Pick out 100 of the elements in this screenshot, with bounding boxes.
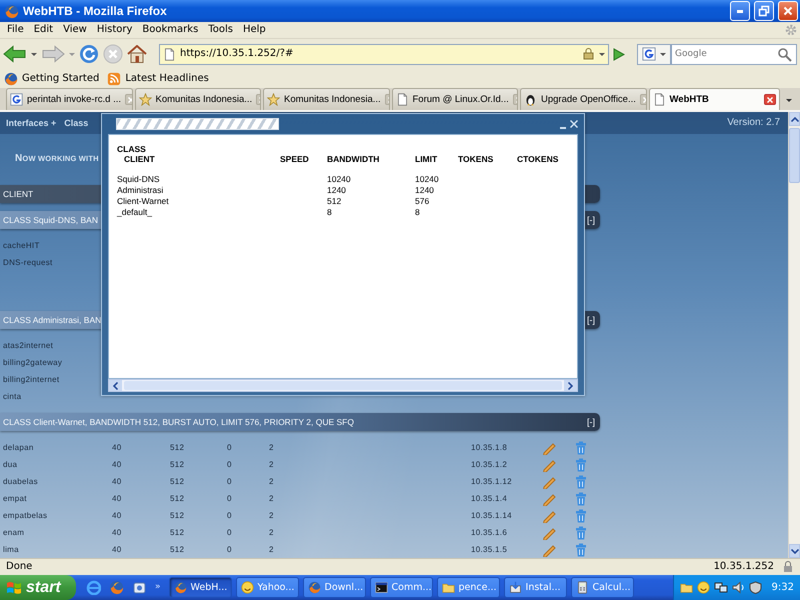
taskbar-button[interactable]: WebH... <box>168 577 232 598</box>
table-cell-text: 0 <box>227 510 233 520</box>
collapse-toggle[interactable]: [-] <box>584 214 596 226</box>
taskbar-button[interactable]: Yahoo... <box>236 577 299 598</box>
back-button[interactable] <box>3 45 27 63</box>
taskbar-button[interactable]: Instal... <box>504 577 567 598</box>
menu-item[interactable]: Help <box>238 24 271 36</box>
class-title: CLASS Squid-DNS, BAN <box>3 214 99 226</box>
table-cell: Administrasi <box>117 185 164 196</box>
menu-item[interactable]: File <box>2 24 29 36</box>
table-heading: CLASS <box>117 144 147 154</box>
page-heading: NOW WORKING WITH <box>15 153 99 166</box>
minimize-icon <box>737 10 743 12</box>
browser-launch-icon[interactable] <box>86 580 101 595</box>
class-title: CLASS Administrasi, BAN <box>3 314 102 326</box>
taskbar-button[interactable]: Calcul... <box>570 577 634 598</box>
table-cell-text: 40 <box>112 442 122 452</box>
table-cell-text: 40 <box>112 528 122 538</box>
taskbar-button[interactable]: Comm... <box>370 577 433 598</box>
shield-icon <box>748 581 762 594</box>
table-cell-text: 40 <box>112 494 122 504</box>
client-name: delapan <box>2 442 35 452</box>
client-name: cinta <box>2 392 22 402</box>
more-button[interactable]: » <box>155 582 161 593</box>
menu-item[interactable]: View <box>58 24 92 36</box>
scrollbar-thumb[interactable] <box>124 381 562 390</box>
menu-item[interactable]: Edit <box>28 24 58 36</box>
browser-tab[interactable]: Komunitas Indonesia... <box>263 88 390 110</box>
horizontal-scrollbar[interactable] <box>108 379 578 392</box>
client-name: dua <box>2 460 18 470</box>
search-engine-button[interactable] <box>637 44 671 64</box>
bookmark-link[interactable]: Latest Headlines <box>107 72 209 86</box>
close-button[interactable] <box>570 120 578 128</box>
table-cell: 8 <box>327 207 332 218</box>
taskbar-button[interactable]: Downl... <box>302 577 366 598</box>
menu-item[interactable]: History <box>92 24 138 36</box>
browser-tab[interactable]: Upgrade OpenOffice... <box>520 88 646 110</box>
firefox-icon <box>174 581 187 594</box>
pencil-icon <box>542 508 556 522</box>
menu-item[interactable]: Tools <box>203 24 238 36</box>
minimize-button[interactable] <box>730 1 750 21</box>
column-header: LIMIT <box>415 154 438 164</box>
table-cell-text: 512 <box>170 476 186 486</box>
client-name: billing2gateway <box>2 358 64 368</box>
close-icon <box>766 96 773 102</box>
play-icon <box>613 48 625 60</box>
vertical-scrollbar[interactable] <box>788 112 800 558</box>
host-label: 10.35.1.252 <box>714 561 774 573</box>
bookmark-link[interactable]: Getting Started <box>4 72 100 86</box>
browser-tab[interactable]: perintah invoke-rc.d ... <box>6 88 132 110</box>
start-button[interactable]: start <box>0 575 76 600</box>
firefox-icon[interactable] <box>109 580 124 595</box>
class-title: CLASS Client-Warnet, BANDWIDTH 512, BURST AUTO, LIMIT 576, PRIORITY 2, QUE SFQ <box>3 416 355 428</box>
menu-item[interactable]: Bookmarks <box>137 24 204 36</box>
clock-text: 9:32 <box>772 582 794 594</box>
go-button[interactable] <box>613 48 625 60</box>
feed-icon <box>107 72 122 86</box>
collapse-toggle[interactable]: [-] <box>584 314 596 326</box>
table-cell-text: 512 <box>170 494 186 504</box>
table-cell-text: 0 <box>227 528 233 538</box>
pencil-icon <box>542 474 556 488</box>
reload-button[interactable] <box>79 44 99 64</box>
caret-icon <box>786 98 792 102</box>
taskbar-button[interactable]: pence... <box>436 577 500 598</box>
search-field[interactable]: Google <box>671 44 797 64</box>
pencil-icon <box>542 492 556 506</box>
close-icon <box>570 120 578 128</box>
browser-tab[interactable]: Komunitas Indonesia... <box>134 88 261 110</box>
client-name: cacheHIT <box>2 240 41 250</box>
nav-link[interactable]: Interfaces + <box>6 118 56 128</box>
trash-icon <box>575 542 587 556</box>
table-cell: 1240 <box>415 185 434 196</box>
browser-tab[interactable]: Forum @ Linux.Or.Id... <box>392 88 518 110</box>
page-icon <box>396 93 408 106</box>
ip-address: 10.35.1.4 <box>471 494 508 504</box>
caret-icon <box>69 52 75 56</box>
search-input[interactable]: Google <box>672 45 777 63</box>
trash-icon <box>575 474 587 488</box>
browser-tab[interactable]: WebHTB <box>648 88 780 110</box>
status-text: Done <box>6 561 34 573</box>
pencil-icon <box>542 440 556 454</box>
address-field[interactable]: https://10.35.1.252/?# <box>159 44 609 64</box>
calculator-icon <box>576 581 589 594</box>
nav-link[interactable]: Class <box>64 118 88 128</box>
dropdown-button[interactable] <box>31 52 37 56</box>
minimize-icon <box>560 126 566 128</box>
scrollbar-thumb[interactable] <box>789 128 800 183</box>
home-button[interactable] <box>127 45 147 63</box>
table-cell: 1240 <box>327 185 346 196</box>
column-header: CTOKENS <box>517 154 558 164</box>
installer-icon <box>508 581 522 594</box>
app-launch-icon[interactable] <box>132 580 147 595</box>
trash-icon <box>575 492 587 506</box>
search-icon <box>777 46 792 62</box>
collapse-toggle[interactable]: [-] <box>584 416 596 428</box>
firefox-icon <box>4 72 18 86</box>
tab-close-button[interactable] <box>764 94 776 105</box>
search-button[interactable] <box>777 46 792 62</box>
restore-button[interactable] <box>754 1 774 21</box>
table-cell-text: 512 <box>170 528 186 538</box>
